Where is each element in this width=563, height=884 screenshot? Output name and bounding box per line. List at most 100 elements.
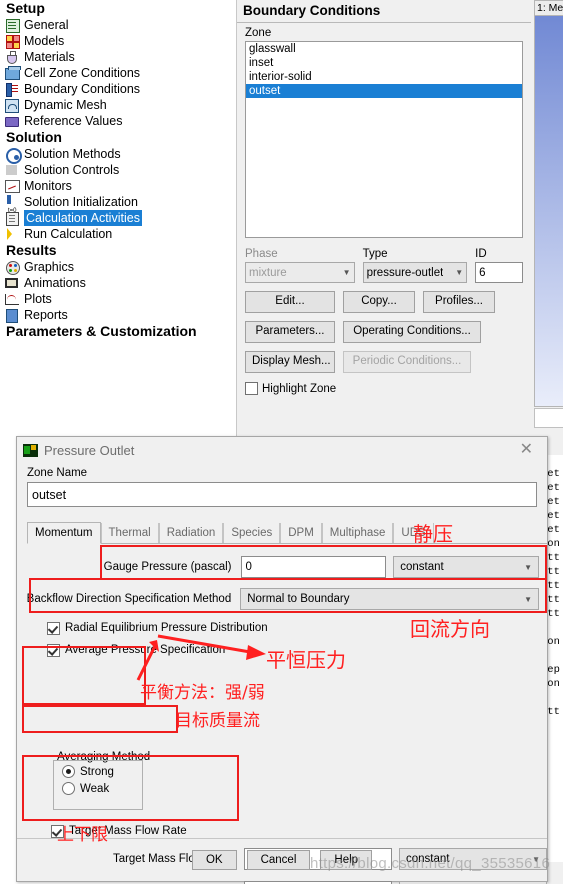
sidebar-item-run-calculation[interactable]: Run Calculation (0, 226, 228, 242)
radio-strong[interactable] (62, 765, 75, 778)
solution-initialization-icon (4, 195, 20, 219)
profiles-button[interactable]: Profiles... (423, 291, 495, 313)
sidebar-item-reports[interactable]: Reports (0, 307, 228, 323)
edit-button[interactable]: Edit... (245, 291, 335, 313)
tab-radiation[interactable]: Radiation (158, 523, 224, 543)
averaging-method-strong-row[interactable]: Strong (62, 765, 142, 778)
display-mesh-button[interactable]: Display Mesh... (245, 351, 335, 373)
materials-flask-icon (4, 50, 20, 64)
sidebar-item-plots[interactable]: Plots (0, 291, 228, 307)
list-item-selected[interactable]: outset (246, 84, 522, 98)
averaging-method-weak-row[interactable]: Weak (62, 782, 142, 795)
sidebar-item-label: Reports (24, 308, 68, 322)
graphics-tab[interactable]: 1: Mes (534, 0, 563, 15)
navigation-tree[interactable]: Setup General Models Materials Cell Zone… (0, 0, 228, 440)
radial-equilibrium-checkbox[interactable] (47, 621, 60, 635)
sidebar-item-models[interactable]: Models (0, 33, 228, 49)
parameters-button[interactable]: Parameters... (245, 321, 335, 343)
graphics-icon (4, 260, 20, 275)
id-input[interactable]: 6 (475, 262, 523, 283)
sidebar-item-label: Calculation Activities (24, 210, 142, 226)
chevron-down-icon: ▼ (524, 562, 532, 572)
solution-controls-icon (4, 163, 20, 177)
zone-name-input[interactable]: outset (27, 482, 537, 507)
sidebar-item-boundary-conditions[interactable]: Boundary Conditions (0, 81, 228, 97)
dynamic-mesh-icon (4, 98, 20, 113)
fluent-app-icon (23, 443, 38, 457)
dialog-title-bar[interactable]: Pressure Outlet ✕ (17, 437, 547, 463)
application-window: Setup General Models Materials Cell Zone… (0, 0, 563, 884)
sidebar-item-label: Monitors (24, 179, 72, 193)
tab-species[interactable]: Species (223, 523, 281, 543)
dialog-tabs[interactable]: Momentum Thermal Radiation Species DPM M… (27, 521, 547, 544)
backflow-direction-value: Normal to Boundary (247, 593, 350, 605)
list-item[interactable]: interior-solid (246, 70, 522, 84)
highlight-zone-label: Highlight Zone (262, 382, 337, 395)
list-item[interactable]: inset (246, 56, 522, 70)
sidebar-item-solution-initialization[interactable]: Solution Initialization (0, 194, 228, 219)
tab-dpm[interactable]: DPM (280, 523, 322, 543)
close-icon[interactable]: ✕ (510, 441, 543, 459)
sidebar-item-monitors[interactable]: Monitors (0, 178, 228, 194)
sidebar-item-solution-methods[interactable]: Solution Methods (0, 146, 228, 164)
phase-field: Phase mixture ▼ (245, 248, 355, 283)
chevron-down-icon: ▼ (455, 268, 464, 277)
sidebar-item-label: Solution Controls (24, 163, 120, 177)
sidebar-item-label: Reference Values (24, 114, 123, 128)
sidebar-item-label: General (24, 18, 69, 32)
plots-icon (4, 292, 20, 306)
sidebar-item-label: Dynamic Mesh (24, 98, 107, 112)
reports-icon (4, 308, 20, 323)
id-label: ID (475, 248, 487, 260)
sidebar-item-materials[interactable]: Materials (0, 49, 228, 65)
list-item[interactable]: glasswall (246, 42, 522, 56)
operating-conditions-button[interactable]: Operating Conditions... (343, 321, 481, 343)
sidebar-item-dynamic-mesh[interactable]: Dynamic Mesh (0, 97, 228, 113)
gauge-pressure-label: Gauge Pressure (pascal) (103, 561, 232, 573)
sidebar-item-reference-values[interactable]: Reference Values (0, 113, 228, 129)
type-value: pressure-outlet (366, 266, 444, 279)
tab-multiphase[interactable]: Multiphase (321, 523, 394, 543)
animations-film-icon (4, 276, 20, 290)
copy-button[interactable]: Copy... (343, 291, 415, 313)
dialog-title: Pressure Outlet (44, 442, 135, 458)
bc-button-row-1: Edit... Copy... Profiles... (237, 291, 531, 313)
sidebar-item-calculation-activities[interactable]: Calculation Activities (0, 210, 228, 226)
chevron-down-icon: ▼ (342, 268, 351, 277)
ok-button[interactable]: OK (191, 850, 237, 870)
zone-properties-row: Phase mixture ▼ Type pressure-outlet ▼ I… (237, 248, 531, 283)
sidebar-item-graphics[interactable]: Graphics (0, 259, 228, 275)
bc-button-row-3: Display Mesh... Periodic Conditions... (237, 351, 531, 373)
sidebar-item-label: Animations (24, 276, 86, 290)
tab-momentum[interactable]: Momentum (27, 522, 101, 544)
sidebar-item-label: Models (24, 34, 65, 48)
zone-name-label: Zone Name (27, 467, 88, 479)
sidebar-item-animations[interactable]: Animations (0, 275, 228, 291)
sidebar-item-general[interactable]: General (0, 17, 228, 33)
highlight-zone-row[interactable]: Highlight Zone (237, 382, 531, 395)
tab-thermal[interactable]: Thermal (100, 523, 159, 543)
id-field: ID 6 (475, 248, 523, 283)
graphics-window[interactable] (534, 15, 563, 407)
radio-strong-label: Strong (80, 765, 114, 778)
cancel-button[interactable]: Cancel (246, 850, 311, 870)
average-pressure-checkbox[interactable] (47, 643, 60, 657)
sidebar-item-label: Cell Zone Conditions (24, 66, 141, 80)
sidebar-item-cell-zone-conditions[interactable]: Cell Zone Conditions (0, 65, 228, 81)
radio-weak[interactable] (62, 782, 75, 795)
models-icon (4, 34, 20, 49)
gauge-pressure-input[interactable]: 0 (240, 556, 387, 578)
gauge-pressure-profile-select[interactable]: constant ▼ (393, 556, 539, 578)
highlight-zone-checkbox[interactable] (245, 382, 258, 395)
cell-zone-cube-icon (4, 66, 21, 80)
type-select[interactable]: pressure-outlet ▼ (362, 262, 468, 283)
phase-select[interactable]: mixture ▼ (245, 262, 355, 283)
zone-list[interactable]: glasswall inset interior-solid outset (245, 41, 523, 238)
sidebar-item-label: Boundary Conditions (24, 82, 141, 96)
monitors-icon (4, 179, 20, 193)
average-pressure-label: Average Pressure Specification (65, 644, 226, 656)
panel-title: Boundary Conditions (237, 0, 531, 23)
annotation-average-pressure: 平恒压力 (266, 648, 346, 672)
backflow-direction-select[interactable]: Normal to Boundary ▼ (240, 588, 539, 610)
sidebar-item-solution-controls[interactable]: Solution Controls (0, 162, 228, 178)
